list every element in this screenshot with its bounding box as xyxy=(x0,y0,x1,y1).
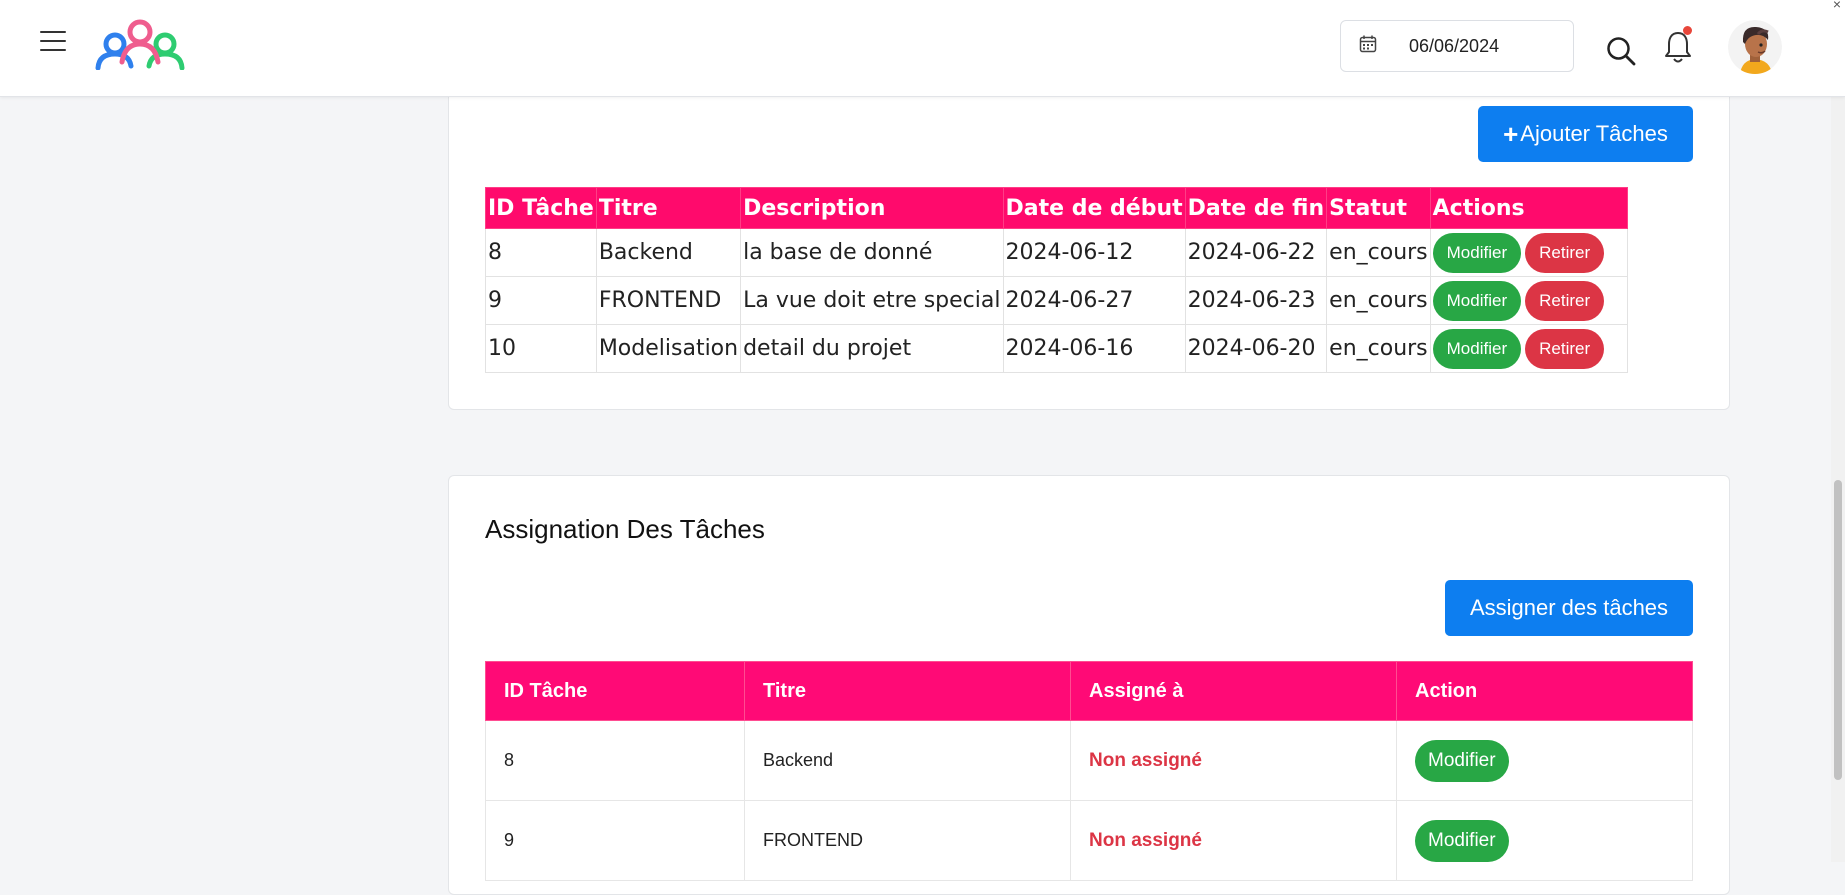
table-row: 10 Modelisation detail du projet 2024-06… xyxy=(485,324,1628,373)
task-title: FRONTEND xyxy=(595,276,742,325)
task-id: 9 xyxy=(485,276,597,325)
assignment-id: 8 xyxy=(485,720,745,801)
col-action: Action xyxy=(1396,661,1693,721)
plus-icon: + xyxy=(1503,118,1519,149)
assignments-title: Assignation Des Tâches xyxy=(485,514,765,544)
task-description: la base de donné xyxy=(740,228,1004,277)
date-picker[interactable]: 06/06/2024 xyxy=(1340,20,1574,72)
assignment-title: Backend xyxy=(744,720,1071,801)
task-description: La vue doit etre special xyxy=(740,276,1004,325)
date-value: 06/06/2024 xyxy=(1409,35,1500,56)
modify-button[interactable]: Modifier xyxy=(1415,819,1509,862)
assignment-id: 9 xyxy=(485,800,745,881)
col-id: ID Tâche xyxy=(485,661,745,721)
team-logo[interactable] xyxy=(95,18,185,75)
calendar-icon xyxy=(1359,35,1377,58)
assignment-status: Non assigné xyxy=(1070,720,1397,801)
modify-button[interactable]: Modifier xyxy=(1415,739,1509,782)
col-status: Statut xyxy=(1326,187,1431,229)
assignment-action: Modifier xyxy=(1396,720,1693,801)
remove-button[interactable]: Retirer xyxy=(1525,328,1605,369)
col-id: ID Tâche xyxy=(485,187,597,229)
task-start: 2024-06-27 xyxy=(1002,276,1186,325)
assignments-table-header: ID Tâche Titre Assigné à Action xyxy=(485,661,1693,721)
add-task-button[interactable]: + Ajouter Tâches xyxy=(1478,106,1693,162)
task-start: 2024-06-12 xyxy=(1002,228,1186,277)
assignment-action: Modifier xyxy=(1396,800,1693,881)
task-end: 2024-06-23 xyxy=(1184,276,1328,325)
task-start: 2024-06-16 xyxy=(1002,324,1186,373)
task-title: Modelisation xyxy=(595,324,742,373)
remove-button[interactable]: Retirer xyxy=(1525,232,1605,273)
task-id: 8 xyxy=(485,228,597,277)
task-id: 10 xyxy=(485,324,597,373)
assignment-title: FRONTEND xyxy=(744,800,1071,881)
task-description: detail du projet xyxy=(740,324,1004,373)
task-status: en_cours xyxy=(1326,324,1431,373)
avatar[interactable] xyxy=(1728,20,1782,74)
notification-dot xyxy=(1683,26,1692,35)
remove-button[interactable]: Retirer xyxy=(1525,280,1605,321)
col-description: Description xyxy=(740,187,1004,229)
task-actions: Modifier Retirer xyxy=(1429,324,1628,373)
assign-tasks-button[interactable]: Assigner des tâches xyxy=(1445,580,1693,636)
task-end: 2024-06-22 xyxy=(1184,228,1328,277)
col-assigned-to: Assigné à xyxy=(1070,661,1397,721)
modify-button[interactable]: Modifier xyxy=(1432,328,1522,369)
col-title: Titre xyxy=(595,187,742,229)
task-actions: Modifier Retirer xyxy=(1429,276,1628,325)
task-title: Backend xyxy=(595,228,742,277)
task-status: en_cours xyxy=(1326,276,1431,325)
search-icon[interactable] xyxy=(1606,36,1636,71)
table-row: 8 Backend Non assigné Modifier xyxy=(485,720,1693,801)
modify-button[interactable]: Modifier xyxy=(1432,232,1522,273)
table-row: 8 Backend la base de donné 2024-06-12 20… xyxy=(485,228,1628,277)
task-end: 2024-06-20 xyxy=(1184,324,1328,373)
table-row: 9 FRONTEND La vue doit etre special 2024… xyxy=(485,276,1628,325)
table-row: 9 FRONTEND Non assigné Modifier xyxy=(485,800,1693,881)
col-title: Titre xyxy=(744,661,1071,721)
task-status: en_cours xyxy=(1326,228,1431,277)
assignments-table: ID Tâche Titre Assigné à Action 8 Backen… xyxy=(485,661,1693,881)
assignment-status: Non assigné xyxy=(1070,800,1397,881)
menu-icon[interactable] xyxy=(40,31,66,53)
task-actions: Modifier Retirer xyxy=(1429,228,1628,277)
col-end-date: Date de fin xyxy=(1184,187,1328,229)
tasks-table-header: ID Tâche Titre Description Date de début… xyxy=(485,187,1628,229)
col-actions: Actions xyxy=(1429,187,1628,229)
scrollbar-thumb[interactable] xyxy=(1834,480,1842,780)
modify-button[interactable]: Modifier xyxy=(1432,280,1522,321)
bell-icon[interactable] xyxy=(1664,30,1692,69)
close-icon[interactable]: × xyxy=(1833,0,1841,12)
top-navbar: 06/06/2024 xyxy=(0,0,1845,97)
tasks-table: ID Tâche Titre Description Date de début… xyxy=(485,187,1628,373)
col-start-date: Date de début xyxy=(1002,187,1186,229)
